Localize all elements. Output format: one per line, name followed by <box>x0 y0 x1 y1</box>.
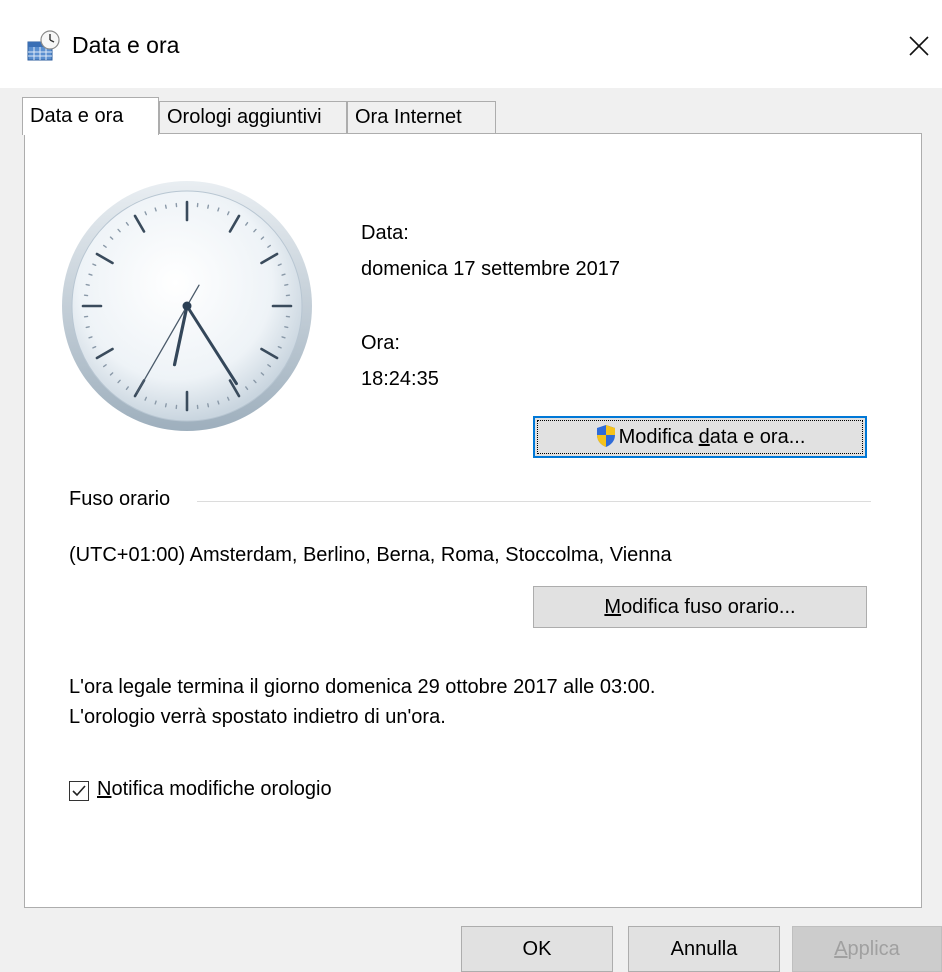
clock-minute-tick <box>164 403 167 408</box>
analog-clock <box>62 181 312 431</box>
apply-button[interactable]: Applica <box>792 926 942 972</box>
ok-label: OK <box>522 938 552 960</box>
window-title: Data e ora <box>72 32 180 58</box>
clock-minute-tick <box>88 273 93 276</box>
notify-label-text: otifica modifiche orologio <box>111 778 332 800</box>
change-date-time-button[interactable]: Modifica data e ora... <box>533 416 867 458</box>
clock-minute-tick <box>164 204 167 209</box>
dst-note-line2: L'orologio verrà spostato indietro di un… <box>69 706 446 728</box>
title-bar: Data e ora <box>0 0 942 88</box>
focus-rectangle <box>537 420 863 454</box>
date-value: domenica 17 settembre 2017 <box>361 258 621 280</box>
change-timezone-button[interactable]: Modifica fuso orario... <box>533 586 867 628</box>
apply-accel: A <box>834 938 848 960</box>
timezone-group-label: Fuso orario <box>69 488 175 511</box>
close-icon <box>909 36 929 56</box>
close-button[interactable] <box>896 22 942 68</box>
dst-note-line1: L'ora legale termina il giorno domenica … <box>69 676 656 698</box>
date-time-icon <box>27 30 60 61</box>
clock-minute-tick <box>154 400 157 405</box>
tab-additional-clocks[interactable]: Orologi aggiuntivi <box>159 101 347 133</box>
tab-strip: Data e ora Orologi aggiuntivi Ora Intern… <box>22 97 922 135</box>
clock-minute-tick <box>154 207 157 212</box>
tab-date-time[interactable]: Data e ora <box>22 97 159 135</box>
clock-minute-tick <box>284 283 289 286</box>
clock-minute-tick <box>217 207 220 212</box>
clock-minute-tick <box>88 336 93 339</box>
clock-minute-tick <box>85 326 90 329</box>
clock-minute-tick <box>281 336 286 339</box>
ok-button[interactable]: OK <box>461 926 613 972</box>
notify-changes-label: Notifica modifiche orologio <box>97 778 332 801</box>
cancel-button[interactable]: Annulla <box>628 926 780 972</box>
date-label: Data: <box>361 222 409 244</box>
tab-label: Orologi aggiuntivi <box>167 106 322 128</box>
notify-changes-checkbox[interactable] <box>69 781 89 801</box>
change-timezone-label: odifica fuso orario... <box>621 596 796 618</box>
tab-panel: Data: domenica 17 settembre 2017 Ora: 18… <box>24 133 922 908</box>
cancel-label: Annulla <box>670 938 738 960</box>
check-icon <box>72 785 86 797</box>
apply-label: pplica <box>847 938 900 960</box>
clock-minute-tick <box>207 403 210 408</box>
clock-minute-tick <box>281 273 286 276</box>
clock-minute-tick <box>85 283 90 286</box>
clock-minute-tick <box>284 326 289 329</box>
clock-center <box>182 301 192 311</box>
change-timezone-accel: M <box>604 596 622 618</box>
notify-accel: N <box>97 778 112 800</box>
tab-label: Data e ora <box>30 105 124 127</box>
timezone-value: (UTC+01:00) Amsterdam, Berlino, Berna, R… <box>69 544 672 566</box>
tab-internet-time[interactable]: Ora Internet <box>347 101 496 133</box>
tab-label: Ora Internet <box>355 106 462 128</box>
clock-minute-tick <box>207 204 210 209</box>
time-value: 18:24:35 <box>361 368 439 390</box>
clock-minute-tick <box>217 400 220 405</box>
time-label: Ora: <box>361 332 400 354</box>
date-time-dialog: Data e ora Data e ora Orologi aggiuntivi… <box>0 0 942 972</box>
group-divider <box>197 501 871 502</box>
